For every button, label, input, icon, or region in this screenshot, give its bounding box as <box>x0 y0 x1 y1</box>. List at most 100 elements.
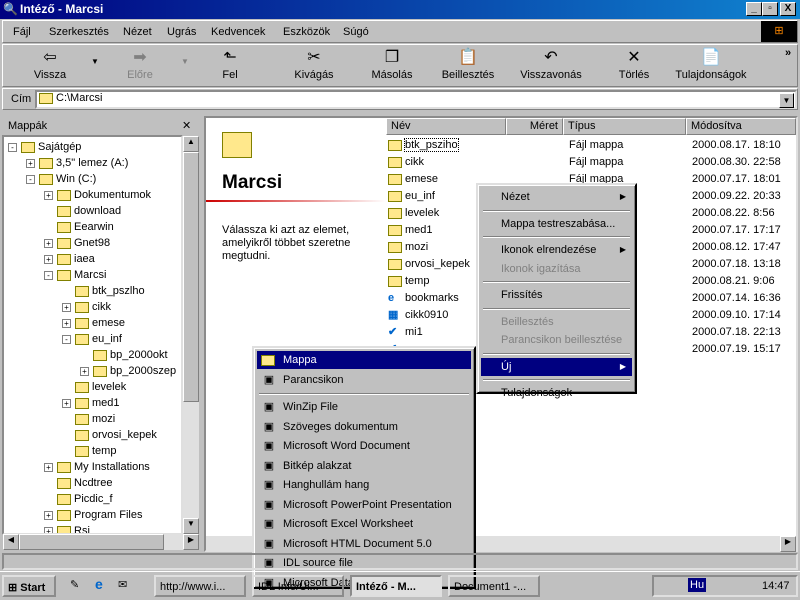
back-dropdown-icon[interactable]: ▼ <box>91 57 99 66</box>
tree-item[interactable]: temp <box>62 443 116 459</box>
menu-item[interactable]: ▣ Szöveges dokumentum <box>257 418 471 436</box>
tree-item[interactable]: bp_2000okt <box>80 347 168 363</box>
menu-item[interactable]: Ikonok elrendezése ▶ <box>481 241 632 259</box>
expand-toggle[interactable]: + <box>80 366 89 376</box>
expand-toggle[interactable]: + <box>44 510 53 520</box>
expand-toggle[interactable]: + <box>44 254 53 264</box>
tree-item[interactable]: - Marcsi <box>44 267 106 283</box>
tree-horizontal-scrollbar[interactable]: ◀ ▶ <box>3 534 199 550</box>
scroll-down-button[interactable]: ▼ <box>183 518 199 534</box>
tree-item[interactable]: +3,5" lemez (A:) <box>26 155 128 171</box>
menu-edit[interactable]: Szerkesztés <box>49 26 109 38</box>
menu-item[interactable]: Mappa <box>257 351 471 369</box>
properties-button[interactable]: 📄 Tulajdonságok <box>671 47 751 81</box>
scroll-up-button[interactable]: ▲ <box>183 136 199 152</box>
tree-item[interactable]: + cikk <box>62 299 111 315</box>
more-tools-button[interactable]: » <box>785 47 791 59</box>
maximize-button[interactable]: ▫ <box>762 2 778 16</box>
menu-item[interactable]: Tulajdonságok <box>481 384 632 402</box>
menu-favorites[interactable]: Kedvencek <box>211 26 265 38</box>
menu-item[interactable]: ▣ Microsoft HTML Document 5.0 <box>257 535 471 553</box>
copy-button[interactable]: ❐ Másolás <box>357 47 427 81</box>
up-button[interactable]: ⬑ Fel <box>195 47 265 81</box>
tree-item[interactable]: orvosi_kepek <box>62 427 157 443</box>
scroll-right-button[interactable]: ▶ <box>183 534 199 550</box>
task-document[interactable]: Document1 -... <box>448 575 540 597</box>
menu-file[interactable]: Fájl <box>13 26 31 38</box>
expand-toggle[interactable]: + <box>62 398 71 408</box>
expand-toggle[interactable]: - <box>8 142 17 152</box>
expand-toggle[interactable]: + <box>26 158 35 168</box>
cut-button[interactable]: ✂ Kivágás <box>279 47 349 81</box>
expand-toggle[interactable]: - <box>44 270 53 280</box>
tree-item[interactable]: + Gnet98 <box>44 235 110 251</box>
menu-item[interactable]: Új ▶ <box>481 357 632 376</box>
hscroll-thumb[interactable] <box>19 534 164 550</box>
tree-item[interactable]: + Program Files <box>44 507 142 523</box>
back-button[interactable]: ⇦ Vissza <box>15 47 85 81</box>
menu-item[interactable]: ▣ Bitkép alakzat <box>257 457 471 475</box>
column-size[interactable]: Méret <box>506 118 563 135</box>
tree-item[interactable]: + My Installations <box>44 459 150 475</box>
tree-item[interactable]: mozi <box>62 411 115 427</box>
tree-item[interactable]: btk_pszlho <box>62 283 145 299</box>
paste-button[interactable]: 📋 Beillesztés <box>433 47 503 81</box>
menu-item[interactable]: ▣ WinZip File <box>257 398 471 416</box>
task-browser[interactable]: http://www.i... <box>154 575 246 597</box>
tree-item[interactable]: + med1 <box>62 395 120 411</box>
expand-toggle[interactable]: + <box>44 462 53 472</box>
undo-button[interactable]: ↶ Visszavonás <box>511 47 591 81</box>
tree-item[interactable]: - Sajátgép <box>8 139 81 155</box>
scroll-left-button[interactable]: ◀ <box>3 534 19 550</box>
forward-button[interactable]: ➡ Előre <box>105 47 175 81</box>
task-idl[interactable]: IDL Info/Ui... <box>252 575 344 597</box>
start-button[interactable]: ⊞ Start <box>2 575 56 597</box>
close-button[interactable]: X <box>780 2 796 16</box>
address-dropdown-button[interactable]: ▼ <box>779 93 794 108</box>
expand-toggle[interactable]: - <box>26 174 35 184</box>
file-row[interactable]: cikk Fájl mappa 2000.08.30. 22:58 <box>388 154 793 171</box>
column-name[interactable]: Név <box>386 118 506 135</box>
tree-item[interactable]: Eearwin <box>44 219 114 235</box>
menu-view[interactable]: Nézet <box>123 26 152 38</box>
expand-toggle[interactable]: + <box>44 190 53 200</box>
quick-launch-outlook-icon[interactable]: ✉ <box>118 578 127 591</box>
menu-item[interactable]: ▣ Microsoft PowerPoint Presentation <box>257 496 471 514</box>
quick-launch-desktop-icon[interactable]: ✎ <box>70 578 79 591</box>
menu-item[interactable]: ▣ Microsoft Excel Worksheet <box>257 515 471 533</box>
menu-tools[interactable]: Eszközök <box>283 26 330 38</box>
scroll-thumb[interactable] <box>183 152 199 402</box>
menu-item[interactable]: ▣ Hanghullám hang <box>257 476 471 494</box>
menu-item[interactable]: ▣ Microsoft Word Document <box>257 437 471 455</box>
file-row[interactable]: btk_psziho Fájl mappa 2000.08.17. 18:10 <box>388 137 793 154</box>
tree-item[interactable]: + Dokumentumok <box>44 187 151 203</box>
tree-item[interactable]: Ncdtree <box>44 475 113 491</box>
menu-help[interactable]: Súgó <box>343 26 369 38</box>
tree-item[interactable]: + bp_2000szep <box>80 363 176 379</box>
tree-item[interactable]: Picdic_f <box>44 491 113 507</box>
expand-toggle[interactable]: + <box>62 318 71 328</box>
expand-toggle[interactable]: + <box>44 238 53 248</box>
minimize-button[interactable]: _ <box>746 2 762 16</box>
tree-item[interactable]: + iaea <box>44 251 95 267</box>
column-modified[interactable]: Módosítva <box>686 118 796 135</box>
tree-item[interactable]: - eu_inf <box>62 331 122 347</box>
tree-vertical-scrollbar[interactable]: ▲ ▼ <box>183 136 199 534</box>
expand-toggle[interactable]: + <box>62 302 71 312</box>
menu-go[interactable]: Ugrás <box>167 26 196 38</box>
menu-item[interactable]: Frissítés <box>481 286 632 304</box>
address-input[interactable]: C:\Marcsi ▼ <box>35 90 797 109</box>
forward-dropdown-icon[interactable]: ▼ <box>181 57 189 66</box>
list-scroll-right-button[interactable]: ▶ <box>780 536 796 552</box>
expand-toggle[interactable]: - <box>62 334 71 344</box>
tree-item[interactable]: levelek <box>62 379 126 395</box>
menu-item[interactable]: Nézet ▶ <box>481 188 632 206</box>
tree-item[interactable]: - Win (C:) <box>26 171 96 187</box>
column-type[interactable]: Típus <box>563 118 686 135</box>
close-panel-button[interactable]: ✕ <box>182 119 191 132</box>
tree-item[interactable]: + emese <box>62 315 125 331</box>
quick-launch-ie-icon[interactable]: e <box>95 576 103 592</box>
task-explorer[interactable]: Intéző - M... <box>350 575 442 597</box>
delete-button[interactable]: ✕ Törlés <box>599 47 669 81</box>
menu-item[interactable]: ▣ Parancsikon <box>257 371 471 389</box>
